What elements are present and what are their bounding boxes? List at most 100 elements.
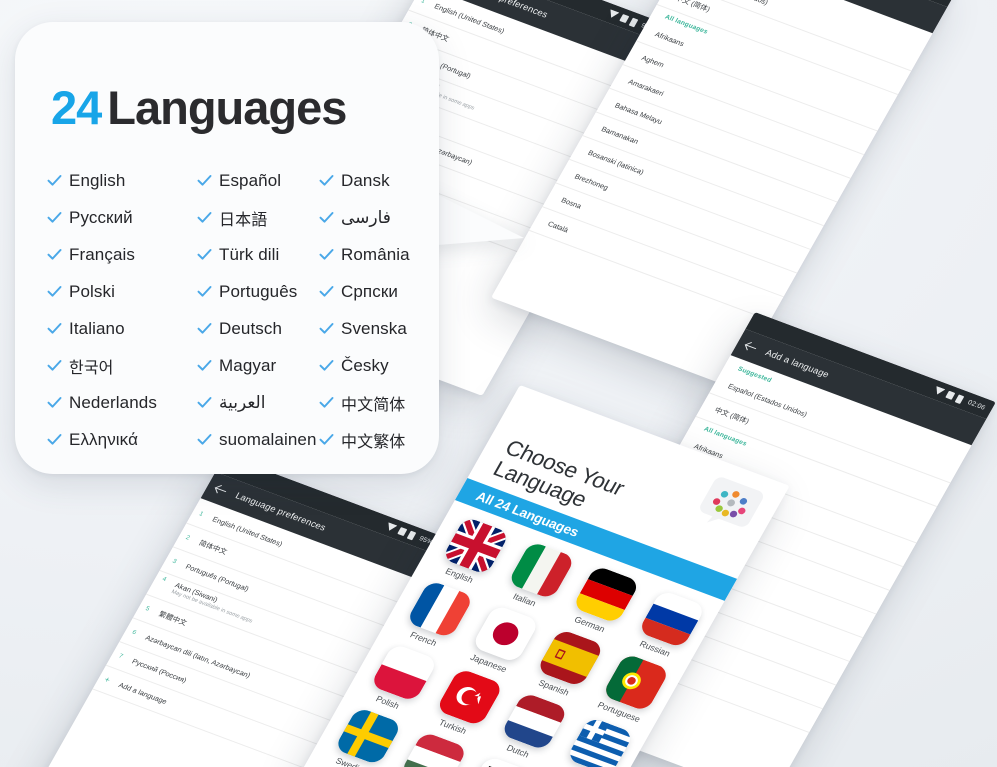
language-name: Česky: [341, 355, 389, 375]
flag-label: Dutch: [504, 742, 531, 760]
language-name: Magyar: [219, 355, 277, 375]
check-icon: [319, 434, 334, 445]
language-checklist-item: Français: [47, 238, 197, 271]
language-checklist-item: Español: [197, 164, 319, 197]
language-name: Српски: [341, 281, 398, 301]
languages-speech-bubble: 24 Languages English Español Dansk Русский 日本…: [15, 22, 439, 474]
language-checklist-item: suomalainen: [197, 423, 319, 456]
check-icon: [319, 360, 334, 371]
check-icon: [47, 397, 62, 408]
language-checklist-item: English: [47, 164, 197, 197]
language-name: العربية: [219, 392, 266, 412]
row-index: 1: [197, 510, 205, 518]
check-icon: [47, 286, 62, 297]
wifi-icon: [945, 390, 956, 400]
row-index: 3: [170, 558, 178, 566]
row-label: 中文 (简体): [674, 0, 712, 14]
language-checklist-item: Русский: [47, 201, 197, 234]
check-icon: [197, 175, 212, 186]
language-checklist-item: Ελληνικά: [47, 423, 197, 456]
speech-bubble-dots-icon: [693, 475, 765, 535]
language-name: suomalainen: [219, 429, 317, 449]
language-name: Português: [219, 281, 298, 301]
row-label: Aghem: [640, 53, 666, 70]
check-icon: [319, 323, 334, 334]
row-label: Bosna: [559, 195, 584, 211]
battery-icon: [955, 394, 966, 404]
battery-icon: [628, 17, 639, 27]
flag-fr-icon: [405, 579, 475, 639]
check-icon: [319, 175, 334, 186]
language-name: فارسی: [341, 207, 391, 227]
language-name: 한국어: [69, 357, 114, 377]
language-name: 中文繁体: [341, 431, 406, 451]
flag-tile[interactable]: Swedish: [319, 704, 410, 767]
check-icon: [197, 360, 212, 371]
language-checklist-item: Deutsch: [197, 312, 319, 345]
language-checklist-item: Српски: [319, 275, 431, 308]
back-arrow-icon[interactable]: [743, 340, 758, 353]
language-checklist-item: 日本語: [197, 201, 319, 234]
check-icon: [197, 212, 212, 223]
language-checklist-item: Magyar: [197, 349, 319, 382]
language-checklist-item: فارسی: [319, 201, 431, 234]
flag-label: Polish: [374, 694, 401, 711]
language-name: Français: [69, 244, 135, 264]
language-name: Dansk: [341, 170, 390, 190]
language-checklist-item: Português: [197, 275, 319, 308]
flag-tr-icon: [435, 667, 504, 727]
language-name: English: [69, 170, 126, 190]
check-icon: [197, 397, 212, 408]
flag-hu-icon: [399, 731, 469, 767]
language-checklist-item: Italiano: [47, 312, 197, 345]
language-checklist-item: 中文简体: [319, 386, 431, 419]
flag-pt-icon: [601, 652, 671, 713]
flag-it-icon: [506, 540, 576, 600]
flag-pl-icon: [369, 643, 439, 703]
check-icon: [197, 323, 212, 334]
language-name: Türk dili: [219, 244, 280, 264]
signal-icon: [384, 522, 398, 533]
row-label: Amarakaeri: [626, 77, 666, 98]
flag-gr-icon: [565, 716, 635, 767]
row-index: 7: [117, 652, 124, 660]
flag-jp-icon: [470, 604, 540, 664]
plus-icon: +: [102, 674, 113, 685]
check-icon: [197, 286, 212, 297]
language-checklist-item: 中文繁体: [319, 423, 431, 456]
battery-icon: [406, 530, 417, 540]
language-checklist-item: Svenska: [319, 312, 431, 345]
row-label: 中文 (简体): [713, 405, 751, 426]
back-arrow-icon[interactable]: [213, 483, 228, 496]
check-icon: [47, 323, 62, 334]
check-icon: [47, 249, 62, 260]
language-name: Svenska: [341, 318, 407, 338]
wifi-icon: [397, 526, 408, 537]
language-name: 日本語: [219, 209, 268, 229]
row-label: 简体中文: [197, 538, 229, 557]
language-checklist: English Español Dansk Русский 日本語 فارسی França…: [47, 164, 411, 456]
page-title: 24 Languages: [51, 80, 347, 135]
flag-de-icon: [572, 565, 641, 625]
check-icon: [47, 175, 62, 186]
signal-icon: [606, 9, 620, 20]
row-index: 1: [419, 0, 427, 5]
language-name: Español: [219, 170, 282, 190]
flag-gb-icon: [441, 516, 511, 576]
language-name: 中文简体: [341, 394, 406, 414]
check-icon: [319, 397, 334, 408]
check-icon: [319, 212, 334, 223]
row-label: Afrikaans: [653, 29, 686, 49]
language-name: Deutsch: [219, 318, 283, 338]
language-name: Русский: [69, 207, 133, 227]
language-checklist-item: Nederlands: [47, 386, 197, 419]
row-index: 5: [144, 605, 151, 613]
flag-nl-icon: [500, 691, 570, 752]
language-name: Polski: [69, 281, 115, 301]
language-checklist-item: Polski: [47, 275, 197, 308]
check-icon: [319, 286, 334, 297]
language-checklist-item: Dansk: [319, 164, 431, 197]
signal-icon: [933, 386, 946, 397]
row-index: 6: [130, 629, 138, 637]
language-name: Ελληνικά: [69, 429, 138, 449]
